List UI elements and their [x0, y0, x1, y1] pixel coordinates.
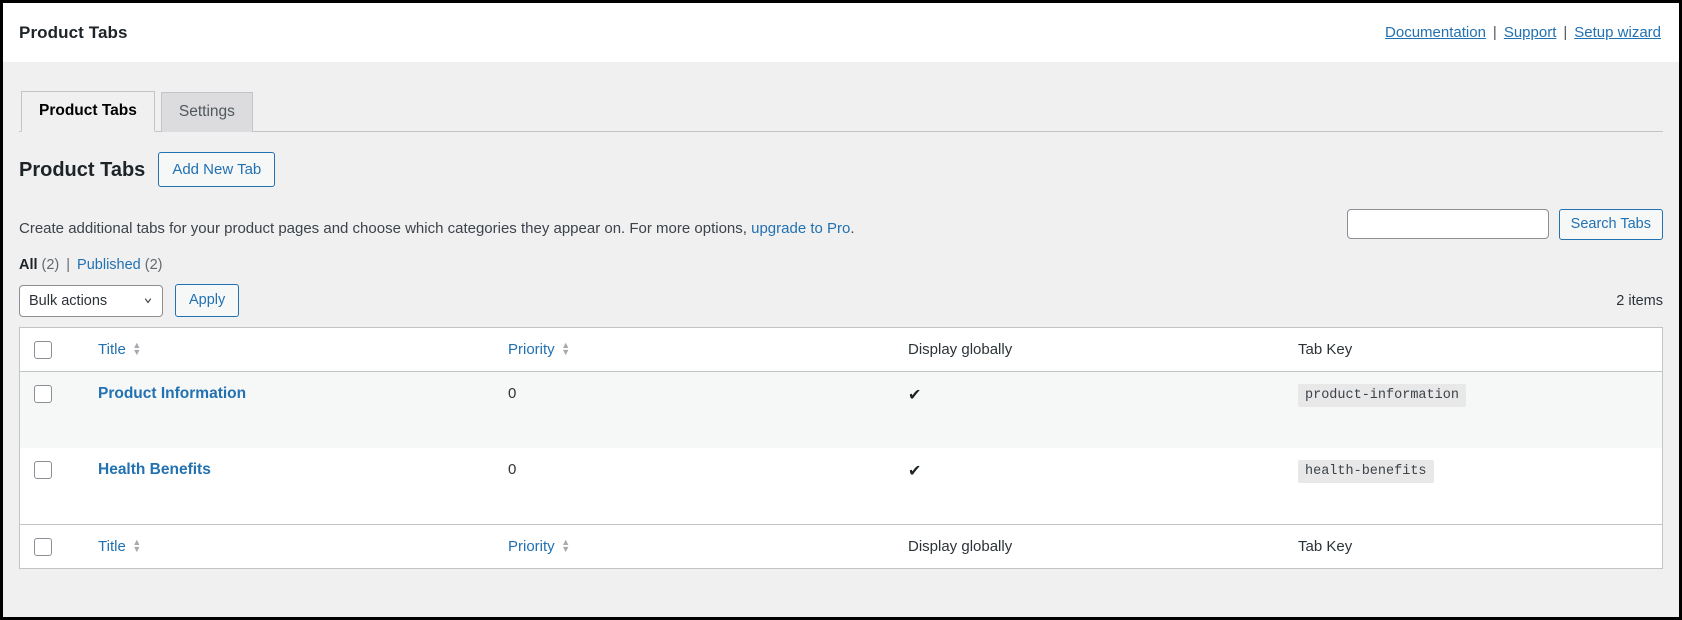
apply-button[interactable]: Apply — [175, 284, 240, 317]
footer-select-all-cell — [19, 523, 88, 568]
bulk-actions-group: Bulk actions Apply — [19, 284, 240, 317]
row-checkbox[interactable] — [34, 384, 52, 403]
row-display-globally-cell: ✔ — [898, 447, 1288, 524]
description-row: Create additional tabs for your product … — [19, 209, 1663, 241]
select-all-checkbox-bottom[interactable] — [34, 537, 52, 556]
table-row: Health Benefits 0 ✔ health-benefits — [19, 447, 1663, 524]
search-box: Search Tabs — [1346, 209, 1663, 240]
upgrade-to-pro-link[interactable]: upgrade to Pro — [751, 220, 850, 237]
page-wrap: Product Tabs Settings Product Tabs Add N… — [3, 90, 1679, 617]
table-head: Title ▲ ▼ Priority ▲ ▼ Display globally Ta… — [19, 327, 1663, 372]
header-links: Documentation | Support | Setup wizard — [1385, 24, 1661, 41]
header-title: Title ▲ ▼ — [88, 327, 498, 372]
header-priority-label: Priority — [508, 340, 555, 358]
header-tab-key: Tab Key — [1288, 327, 1663, 372]
product-tabs-table: Title ▲ ▼ Priority ▲ ▼ Display globally Ta… — [19, 326, 1663, 569]
footer-priority-label: Priority — [508, 537, 555, 555]
checkmark-icon: ✔ — [908, 462, 922, 480]
setup-wizard-link[interactable]: Setup wizard — [1574, 24, 1661, 41]
page-heading-row: Product Tabs Add New Tab — [19, 152, 1663, 187]
filter-published[interactable]: Published — [77, 257, 141, 273]
displaying-num: 2 items — [1616, 292, 1663, 309]
row-title-link[interactable]: Product Information — [98, 385, 246, 402]
sort-arrows-icon: ▲ ▼ — [132, 537, 142, 554]
header-display-globally: Display globally — [898, 327, 1288, 372]
row-checkbox-cell — [19, 447, 88, 524]
description-text-before: Create additional tabs for your product … — [19, 220, 752, 237]
filter-published-count: (2) — [144, 256, 163, 273]
footer-priority: Priority ▲ ▼ — [498, 523, 898, 568]
header-link-separator-2: | — [1563, 24, 1568, 41]
footer-tab-key: Tab Key — [1288, 523, 1663, 568]
row-display-globally-cell: ✔ — [898, 371, 1288, 448]
status-filter-list: All (2) | Published (2) — [19, 257, 1663, 273]
support-link[interactable]: Support — [1504, 24, 1557, 41]
page-description: Create additional tabs for your product … — [19, 209, 855, 241]
row-title-cell: Product Information — [88, 371, 498, 448]
sort-priority-link-bottom[interactable]: Priority ▲ ▼ — [508, 536, 571, 557]
footer-title-label: Title — [98, 537, 126, 555]
filter-all-count: (2) — [41, 256, 60, 273]
tab-key-badge: health-benefits — [1298, 459, 1434, 483]
bulk-actions-select[interactable]: Bulk actions — [19, 284, 163, 317]
add-new-tab-button[interactable]: Add New Tab — [158, 152, 276, 187]
row-title-cell: Health Benefits — [88, 447, 498, 524]
tablenav-top: Bulk actions Apply 2 items — [19, 284, 1663, 318]
filter-divider: | — [66, 256, 71, 273]
tab-settings[interactable]: Settings — [160, 92, 253, 132]
sort-title-link-top[interactable]: Title ▲ ▼ — [98, 339, 142, 360]
table-body: Product Information 0 ✔ product-informat… — [19, 371, 1663, 524]
row-checkbox[interactable] — [34, 460, 52, 479]
plugin-title: Product Tabs — [19, 22, 128, 42]
table-header-row: Title ▲ ▼ Priority ▲ ▼ Display globally Ta… — [19, 327, 1663, 372]
select-all-checkbox-top[interactable] — [34, 340, 52, 359]
filter-all[interactable]: All — [19, 257, 38, 273]
sort-title-link-bottom[interactable]: Title ▲ ▼ — [98, 536, 142, 557]
header-title-label: Title — [98, 340, 126, 358]
row-tab-key-cell: product-information — [1288, 371, 1663, 448]
admin-screen: Product Tabs Documentation | Support | S… — [0, 0, 1682, 620]
sort-arrows-icon: ▲ ▼ — [561, 340, 571, 357]
footer-display-globally: Display globally — [898, 523, 1288, 568]
plugin-header-bar: Product Tabs Documentation | Support | S… — [3, 3, 1679, 62]
header-link-separator-1: | — [1492, 24, 1497, 41]
row-title-link[interactable]: Health Benefits — [98, 461, 211, 478]
nav-tab-wrapper: Product Tabs Settings — [19, 90, 1663, 132]
row-priority-cell: 0 — [498, 371, 898, 448]
sort-priority-link-top[interactable]: Priority ▲ ▼ — [508, 339, 571, 360]
checkmark-icon: ✔ — [908, 386, 922, 404]
tab-key-badge: product-information — [1298, 383, 1466, 407]
footer-title: Title ▲ ▼ — [88, 523, 498, 568]
header-priority: Priority ▲ ▼ — [498, 327, 898, 372]
tab-product-tabs[interactable]: Product Tabs — [21, 91, 155, 132]
row-priority-cell: 0 — [498, 447, 898, 524]
header-select-all-cell — [19, 327, 88, 372]
page-title: Product Tabs — [19, 158, 146, 181]
table-foot: Title ▲ ▼ Priority ▲ ▼ Display globally Ta… — [19, 523, 1663, 568]
sort-arrows-icon: ▲ ▼ — [561, 537, 571, 554]
bulk-actions-select-wrap: Bulk actions — [19, 284, 163, 317]
search-input[interactable] — [1346, 209, 1549, 240]
description-text-after: . — [850, 220, 855, 237]
search-tabs-button[interactable]: Search Tabs — [1558, 209, 1663, 240]
documentation-link[interactable]: Documentation — [1385, 24, 1486, 41]
table-row: Product Information 0 ✔ product-informat… — [19, 371, 1663, 448]
row-checkbox-cell — [19, 371, 88, 448]
table-footer-row: Title ▲ ▼ Priority ▲ ▼ Display globally Ta… — [19, 523, 1663, 568]
sort-arrows-icon: ▲ ▼ — [132, 340, 142, 357]
row-tab-key-cell: health-benefits — [1288, 447, 1663, 524]
